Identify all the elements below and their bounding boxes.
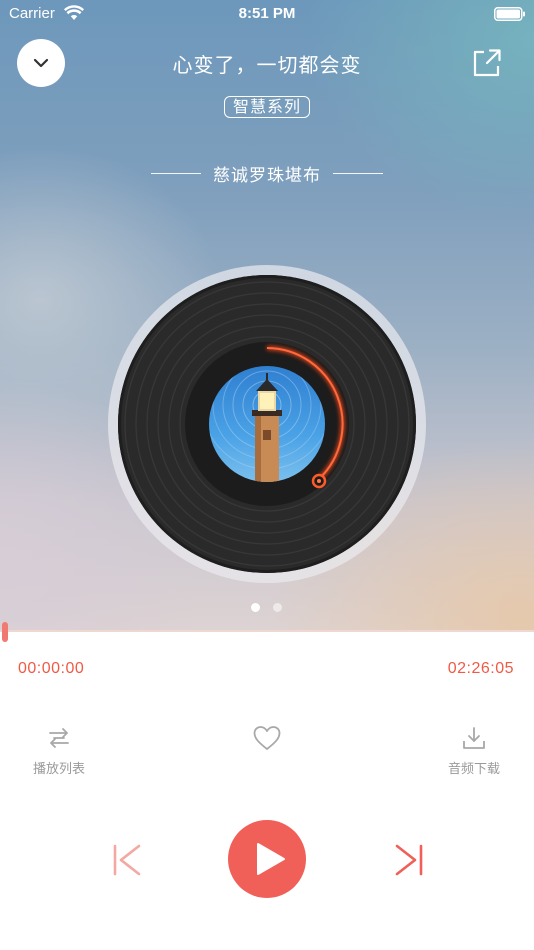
share-icon[interactable]	[470, 46, 504, 80]
track-title: 心变了，一切都会变	[172, 53, 362, 77]
download-label: 音频下载	[447, 762, 500, 777]
skip-previous-icon[interactable]	[110, 842, 144, 878]
play-button[interactable]	[228, 820, 306, 898]
favorite-button[interactable]	[222, 724, 312, 752]
chevron-down-icon	[33, 58, 49, 68]
artist-divider-right	[333, 173, 383, 174]
playlist-button[interactable]: 播放列表	[14, 724, 104, 777]
vinyl-record[interactable]	[108, 265, 426, 583]
series-badge[interactable]: 智慧系列	[224, 96, 310, 118]
playlist-label: 播放列表	[32, 762, 85, 777]
page-dot[interactable]	[273, 603, 282, 612]
battery-icon	[494, 7, 525, 21]
artist-name: 慈诚罗珠堪布	[213, 166, 321, 186]
current-time: 00:00:00	[18, 660, 85, 677]
total-time: 02:26:05	[447, 660, 514, 677]
progress-knob[interactable]	[2, 622, 8, 642]
download-icon	[463, 727, 485, 749]
skip-next-icon[interactable]	[392, 842, 426, 878]
heart-icon	[253, 726, 281, 750]
repeat-list-icon	[49, 728, 69, 748]
play-icon	[257, 843, 285, 875]
progress-track[interactable]	[0, 630, 534, 632]
status-clock: 8:51 PM	[238, 5, 296, 22]
status-bar: Carrier 8:51 PM	[0, 0, 534, 28]
collapse-button[interactable]	[17, 39, 65, 87]
player-hero-background: Carrier 8:51 PM 心变了，一切都会变 智慧系列 慈诚罗珠堪布	[0, 0, 534, 631]
page-dot-active[interactable]	[251, 603, 260, 612]
vinyl-artwork	[185, 342, 349, 506]
download-button[interactable]: 音频下载	[429, 724, 519, 777]
